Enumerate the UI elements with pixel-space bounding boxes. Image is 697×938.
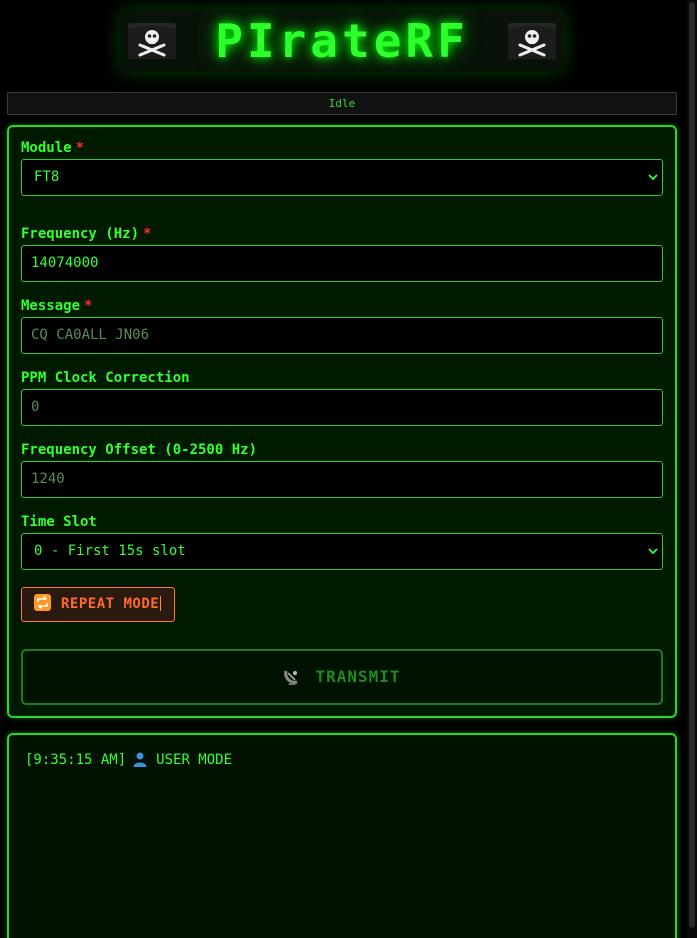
- repeat-icon: [34, 594, 51, 611]
- pirate-flag-icon: [126, 21, 178, 61]
- ppm-input[interactable]: 0: [21, 389, 663, 426]
- offset-input[interactable]: 1240: [21, 461, 663, 498]
- log-timestamp: [9:35:15 AM]: [25, 752, 127, 768]
- chevron-down-icon: [648, 174, 658, 181]
- chevron-down-icon: [648, 548, 658, 555]
- log-text: USER MODE: [156, 752, 233, 768]
- transmit-form: Module * FT8 Frequency (Hz) * 14074000 Mes…: [7, 125, 677, 718]
- user-icon: [133, 752, 147, 767]
- status-bar: Idle: [7, 92, 677, 115]
- required-marker: *: [75, 140, 85, 156]
- required-marker: *: [84, 298, 93, 314]
- required-marker: *: [143, 226, 152, 242]
- satellite-antenna-icon: [284, 670, 298, 685]
- time-slot-label: Time Slot: [21, 514, 97, 530]
- module-label: Module *: [21, 140, 85, 156]
- frequency-label: Frequency (Hz) *: [21, 226, 152, 242]
- time-slot-select[interactable]: 0 - First 15s slot: [21, 533, 663, 570]
- app-title: PIrateRF: [215, 14, 469, 68]
- ppm-label: PPM Clock Correction: [21, 370, 190, 386]
- message-input[interactable]: CQ CA0ALL JN06: [21, 317, 663, 354]
- module-select[interactable]: FT8: [21, 159, 663, 196]
- app-header: PIrateRF: [120, 10, 564, 72]
- log-entry: [9:35:15 AM] USER MODE: [25, 751, 232, 768]
- frequency-input[interactable]: 14074000: [21, 245, 663, 282]
- pirate-flag-icon: [506, 21, 558, 61]
- repeat-mode-button[interactable]: REPEAT MODE: [21, 587, 175, 622]
- page-scrollbar[interactable]: [687, 0, 697, 938]
- transmit-button[interactable]: TRANSMIT: [21, 649, 663, 705]
- message-label: Message *: [21, 298, 93, 314]
- app-page: PIrateRF Idle Module * FT8 Frequency (Hz…: [0, 0, 697, 938]
- text-caret: [160, 596, 162, 611]
- scrollbar-thumb[interactable]: [689, 2, 695, 928]
- offset-label: Frequency Offset (0-2500 Hz): [21, 442, 258, 458]
- log-console: [9:35:15 AM] USER MODE: [7, 733, 677, 938]
